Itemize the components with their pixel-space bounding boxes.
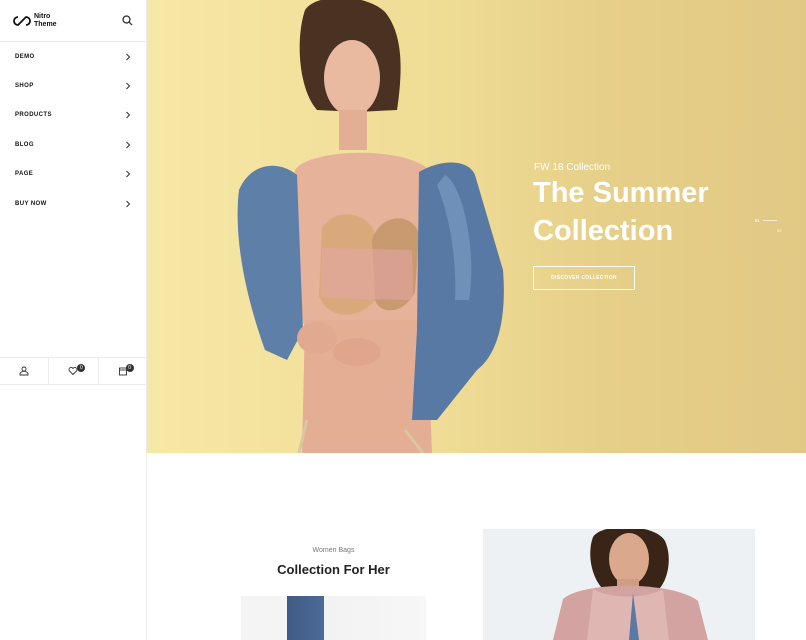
logo-mark-icon — [13, 15, 31, 26]
chevron-right-icon — [126, 112, 131, 119]
user-icon — [19, 366, 29, 376]
chevron-right-icon — [126, 200, 131, 207]
logo[interactable]: Nitro Theme — [13, 13, 57, 29]
section-eyebrow: Women Bags — [312, 547, 355, 554]
section-title: Collection For Her — [277, 562, 390, 577]
account-button[interactable] — [0, 358, 50, 384]
menu-item-label: BLOG — [15, 141, 34, 148]
current-slide-number: 01 — [755, 218, 760, 223]
menu-item-shop[interactable]: SHOP — [0, 71, 146, 100]
hero-subtitle: FW 18 Collection — [534, 162, 611, 173]
total-slide-number: 02 — [777, 228, 782, 233]
search-icon[interactable] — [120, 14, 134, 28]
chevron-right-icon — [126, 53, 131, 61]
wishlist-button[interactable]: 0 — [49, 358, 99, 384]
hero-slider: FW 18 Collection The Summer Collection D… — [147, 0, 806, 453]
chevron-right-icon — [126, 82, 131, 90]
wishlist-count-badge: 0 — [77, 364, 86, 372]
chevron-right-icon — [126, 170, 131, 178]
chevron-right-icon — [126, 141, 131, 149]
menu-item-label: PAGE — [15, 171, 34, 178]
menu-item-label: DEMO — [15, 53, 35, 60]
menu-item-buy-now[interactable]: BUY NOW — [0, 189, 146, 218]
collection-image-right[interactable] — [483, 529, 755, 640]
sidebar-footer: 0 0 — [0, 357, 147, 385]
hero-model-image — [237, 0, 504, 453]
fur-coat-model-image — [483, 529, 755, 640]
slider-pagination[interactable]: 01 02 — [755, 218, 785, 236]
menu-item-products[interactable]: PRODUCTS — [0, 101, 146, 130]
menu-item-blog[interactable]: BLOG — [0, 130, 146, 159]
menu-item-demo[interactable]: DEMO — [0, 42, 146, 71]
menu-item-label: BUY NOW — [15, 200, 47, 207]
cart-count-badge: 0 — [125, 364, 134, 372]
menu-item-label: PRODUCTS — [15, 112, 52, 119]
brand-name-line2: Theme — [34, 20, 57, 28]
brand-name-line1: Nitro — [34, 12, 51, 20]
cart-button[interactable]: 0 — [99, 358, 147, 384]
main-menu: DEMO SHOP PRODUCTS BLOG PAGE BUY NOW — [0, 42, 146, 218]
sidebar-header: Nitro Theme — [0, 0, 146, 42]
hero-title: The Summer Collection — [533, 177, 709, 247]
pagination-divider — [763, 220, 777, 221]
discover-collection-button[interactable]: DISCOVER COLLECTION — [533, 266, 635, 290]
collection-image-left[interactable] — [241, 596, 426, 640]
menu-item-label: SHOP — [15, 83, 34, 90]
sidebar: Nitro Theme DEMO SHOP PRODUCTS BLOG PAGE — [0, 0, 147, 640]
menu-item-page[interactable]: PAGE — [0, 160, 146, 189]
